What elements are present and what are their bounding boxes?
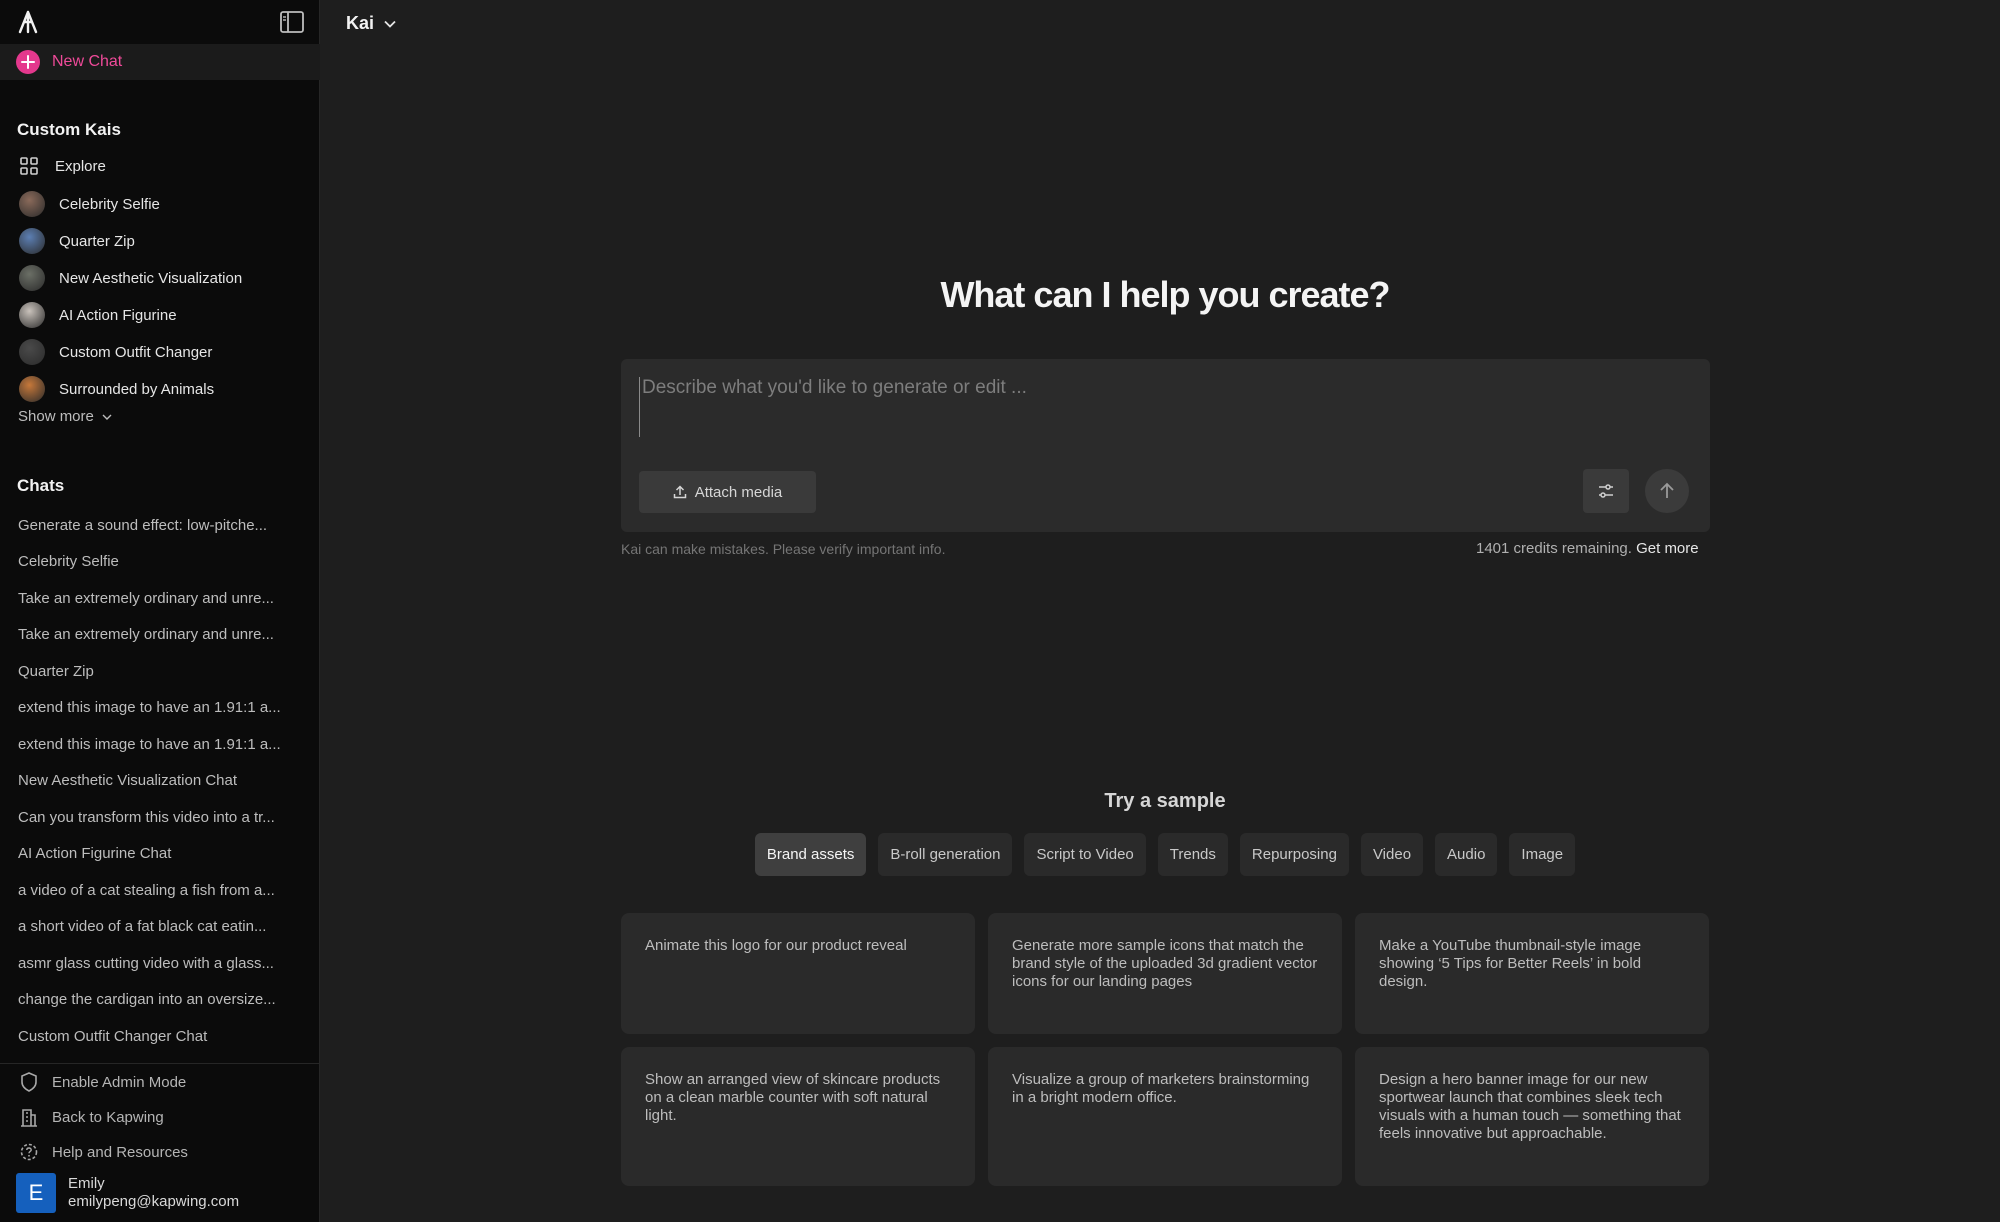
tab-script-to-video[interactable]: Script to Video	[1024, 833, 1146, 876]
user-email: emilypeng@kapwing.com	[68, 1193, 240, 1210]
custom-kai-label: AI Action Figurine	[59, 306, 177, 324]
chat-history-item[interactable]: Generate a sound effect: low-pitche...	[18, 512, 298, 540]
back-to-kapwing-label: Back to Kapwing	[52, 1108, 164, 1126]
kai-avatar	[19, 376, 45, 402]
sidebar-item-explore[interactable]: Explore	[0, 149, 320, 183]
custom-kai-label: Custom Outfit Changer	[59, 343, 213, 361]
chat-history-item[interactable]: a video of a cat stealing a fish from a.…	[18, 877, 298, 905]
chat-history-item[interactable]: New Aesthetic Visualization Chat	[18, 767, 298, 795]
model-selector[interactable]: Kai	[346, 13, 396, 34]
chat-history-item[interactable]: extend this image to have an 1.91:1 a...	[18, 731, 298, 759]
user-info: Emily emilypeng@kapwing.com	[68, 1175, 239, 1211]
avatar: E	[16, 1173, 56, 1213]
custom-kai-item[interactable]: Custom Outfit Changer	[0, 335, 320, 369]
new-chat-button[interactable]: New Chat	[0, 44, 320, 80]
chevron-down-icon	[102, 414, 112, 420]
sliders-icon	[1599, 484, 1613, 498]
help-icon	[20, 1143, 38, 1161]
kai-avatar	[19, 339, 45, 365]
kai-avatar	[19, 265, 45, 291]
prompt-input[interactable]	[639, 377, 1689, 437]
custom-kai-item[interactable]: New Aesthetic Visualization	[0, 261, 320, 295]
help-resources-label: Help and Resources	[52, 1143, 188, 1161]
tab-brand-assets[interactable]: Brand assets	[754, 833, 867, 876]
user-profile[interactable]: E Emily emilypeng@kapwing.com	[16, 1173, 239, 1213]
custom-kai-label: Celebrity Selfie	[59, 195, 160, 213]
page-title: What can I help you create?	[940, 274, 1390, 315]
sidebar-toggle-icon[interactable]	[280, 11, 304, 33]
custom-kais-title: Custom Kais	[17, 120, 121, 139]
chat-history-item[interactable]: Can you transform this video into a tr..…	[18, 804, 298, 832]
prompt-composer: Attach media	[621, 359, 1710, 532]
show-more-label: Show more	[18, 408, 94, 425]
sample-category-tabs: Brand assets B-roll generation Script to…	[0, 833, 2000, 876]
custom-kai-label: Surrounded by Animals	[59, 380, 215, 398]
try-sample-title: Try a sample	[1104, 790, 1226, 812]
send-button[interactable]	[1645, 469, 1689, 513]
help-resources-button[interactable]: Help and Resources	[0, 1136, 320, 1168]
sidebar-header	[0, 0, 319, 44]
tab-b-roll-generation[interactable]: B-roll generation	[878, 833, 1013, 876]
kai-avatar	[19, 302, 45, 328]
chat-history-item[interactable]: Quarter Zip	[18, 658, 298, 686]
grid-icon	[20, 157, 38, 175]
plus-icon	[16, 50, 40, 74]
attach-media-label: Attach media	[694, 483, 783, 501]
custom-kai-label: New Aesthetic Visualization	[59, 269, 243, 287]
model-label: Kai	[346, 13, 375, 33]
building-icon	[21, 1109, 37, 1127]
kapwing-logo-icon[interactable]	[16, 10, 40, 34]
tab-repurposing[interactable]: Repurposing	[1239, 833, 1349, 876]
credits-remaining: 1401 credits remaining. Get more	[1476, 540, 1699, 557]
upload-icon	[673, 485, 686, 499]
generation-settings-button[interactable]	[1583, 469, 1629, 513]
custom-kai-item[interactable]: Surrounded by Animals	[0, 372, 320, 406]
sidebar-item-label: Explore	[55, 157, 106, 175]
tab-video[interactable]: Video	[1360, 833, 1424, 876]
new-chat-label: New Chat	[52, 53, 123, 70]
chat-history-item[interactable]: extend this image to have an 1.91:1 a...	[18, 694, 298, 722]
attach-media-button[interactable]: Attach media	[639, 471, 816, 513]
sample-prompt-card[interactable]: Animate this logo for our product reveal	[621, 913, 975, 1034]
chat-history-item[interactable]: a short video of a fat black cat eatin..…	[18, 913, 298, 941]
chat-history-item[interactable]: Celebrity Selfie	[18, 548, 298, 576]
sidebar-divider	[0, 1063, 320, 1064]
arrow-up-icon	[1660, 482, 1674, 498]
back-to-kapwing-button[interactable]: Back to Kapwing	[0, 1101, 320, 1133]
tab-audio[interactable]: Audio	[1435, 833, 1498, 876]
custom-kai-label: Quarter Zip	[59, 232, 135, 250]
chat-history-item[interactable]: asmr glass cutting video with a glass...	[18, 950, 298, 978]
sample-prompt-card[interactable]: Show an arranged view of skincare produc…	[621, 1047, 975, 1186]
sample-prompt-card[interactable]: Generate more sample icons that match th…	[988, 913, 1342, 1034]
custom-kai-item[interactable]: AI Action Figurine	[0, 298, 320, 332]
chat-history-item[interactable]: change the cardigan into an oversize...	[18, 986, 298, 1014]
get-more-link[interactable]: Get more	[1636, 540, 1699, 557]
sidebar: New Chat Custom Kais Explore Celebrity S…	[0, 0, 320, 1222]
shield-icon	[21, 1072, 37, 1092]
show-more-button[interactable]: Show more	[18, 408, 112, 425]
chat-history-item[interactable]: Custom Outfit Changer Chat	[18, 1023, 298, 1051]
custom-kai-item[interactable]: Celebrity Selfie	[0, 187, 320, 221]
disclaimer-text: Kai can make mistakes. Please verify imp…	[621, 541, 946, 557]
sample-prompt-card[interactable]: Make a YouTube thumbnail-style image sho…	[1355, 913, 1709, 1034]
credits-text: 1401 credits remaining.	[1476, 540, 1632, 557]
sample-prompt-card[interactable]: Visualize a group of marketers brainstor…	[988, 1047, 1342, 1186]
kai-avatar	[19, 191, 45, 217]
tab-trends[interactable]: Trends	[1157, 833, 1228, 876]
kai-avatar	[19, 228, 45, 254]
chat-history-item[interactable]: Take an extremely ordinary and unre...	[18, 585, 298, 613]
user-name: Emily	[68, 1175, 105, 1192]
custom-kai-item[interactable]: Quarter Zip	[0, 224, 320, 258]
chat-history-item[interactable]: Take an extremely ordinary and unre...	[18, 621, 298, 649]
chevron-down-icon	[384, 20, 396, 28]
tab-image[interactable]: Image	[1509, 833, 1576, 876]
admin-mode-label: Enable Admin Mode	[52, 1073, 187, 1091]
chats-title: Chats	[17, 476, 65, 495]
enable-admin-mode-button[interactable]: Enable Admin Mode	[0, 1066, 320, 1098]
sample-prompt-card[interactable]: Design a hero banner image for our new s…	[1355, 1047, 1709, 1186]
